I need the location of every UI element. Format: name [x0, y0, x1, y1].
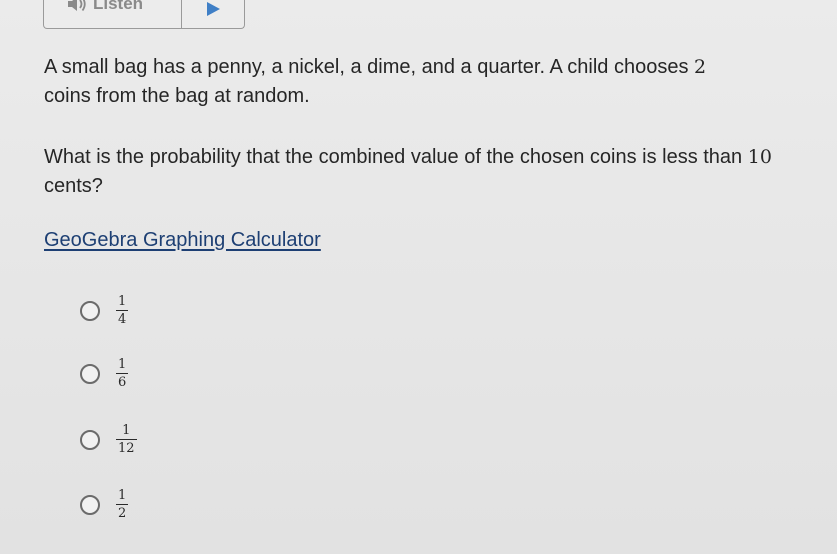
- numerator: 1: [118, 488, 127, 503]
- answer-choice-1[interactable]: 1 4: [80, 294, 129, 327]
- denominator: 4: [118, 312, 127, 327]
- denominator: 6: [118, 375, 127, 390]
- stem-number: 2: [694, 56, 707, 78]
- play-icon: [206, 2, 220, 16]
- numerator: 1: [118, 357, 127, 372]
- fraction-bar: [116, 310, 129, 311]
- stem-text: A small bag has a penny, a nickel, a dim…: [44, 56, 689, 78]
- prompt-tail: cents?: [44, 175, 103, 197]
- fraction-bar: [116, 439, 137, 440]
- fraction: 1 2: [116, 488, 129, 521]
- fraction-bar: [116, 373, 129, 374]
- numerator: 1: [122, 423, 131, 438]
- geogebra-calculator-link[interactable]: GeoGebra Graphing Calculator: [44, 229, 321, 252]
- question-stem: A small bag has a penny, a nickel, a dim…: [44, 53, 814, 111]
- question-prompt: What is the probability that the combine…: [44, 143, 814, 201]
- stem-line2: coins from the bag at random.: [44, 85, 310, 107]
- answer-choice-2[interactable]: 1 6: [80, 357, 129, 390]
- listen-label: Listen: [93, 0, 144, 13]
- denominator: 12: [118, 441, 135, 456]
- answer-choice-3[interactable]: 1 12: [80, 423, 137, 456]
- prompt-number: 10: [747, 146, 772, 168]
- prompt-text: What is the probability that the combine…: [44, 146, 743, 168]
- listen-toolbar: Listen: [43, 0, 245, 29]
- radio-button[interactable]: [80, 300, 100, 321]
- numerator: 1: [118, 294, 127, 309]
- radio-button[interactable]: [80, 494, 100, 515]
- listen-button[interactable]: Listen: [44, 0, 182, 28]
- fraction: 1 12: [116, 423, 137, 456]
- play-button[interactable]: [182, 0, 244, 28]
- answer-choice-4[interactable]: 1 2: [80, 488, 129, 521]
- denominator: 2: [118, 506, 127, 521]
- fraction-bar: [116, 504, 129, 505]
- speaker-icon: [68, 0, 86, 12]
- radio-button[interactable]: [80, 363, 100, 384]
- fraction: 1 4: [116, 294, 129, 327]
- radio-button[interactable]: [80, 429, 100, 450]
- fraction: 1 6: [116, 357, 129, 390]
